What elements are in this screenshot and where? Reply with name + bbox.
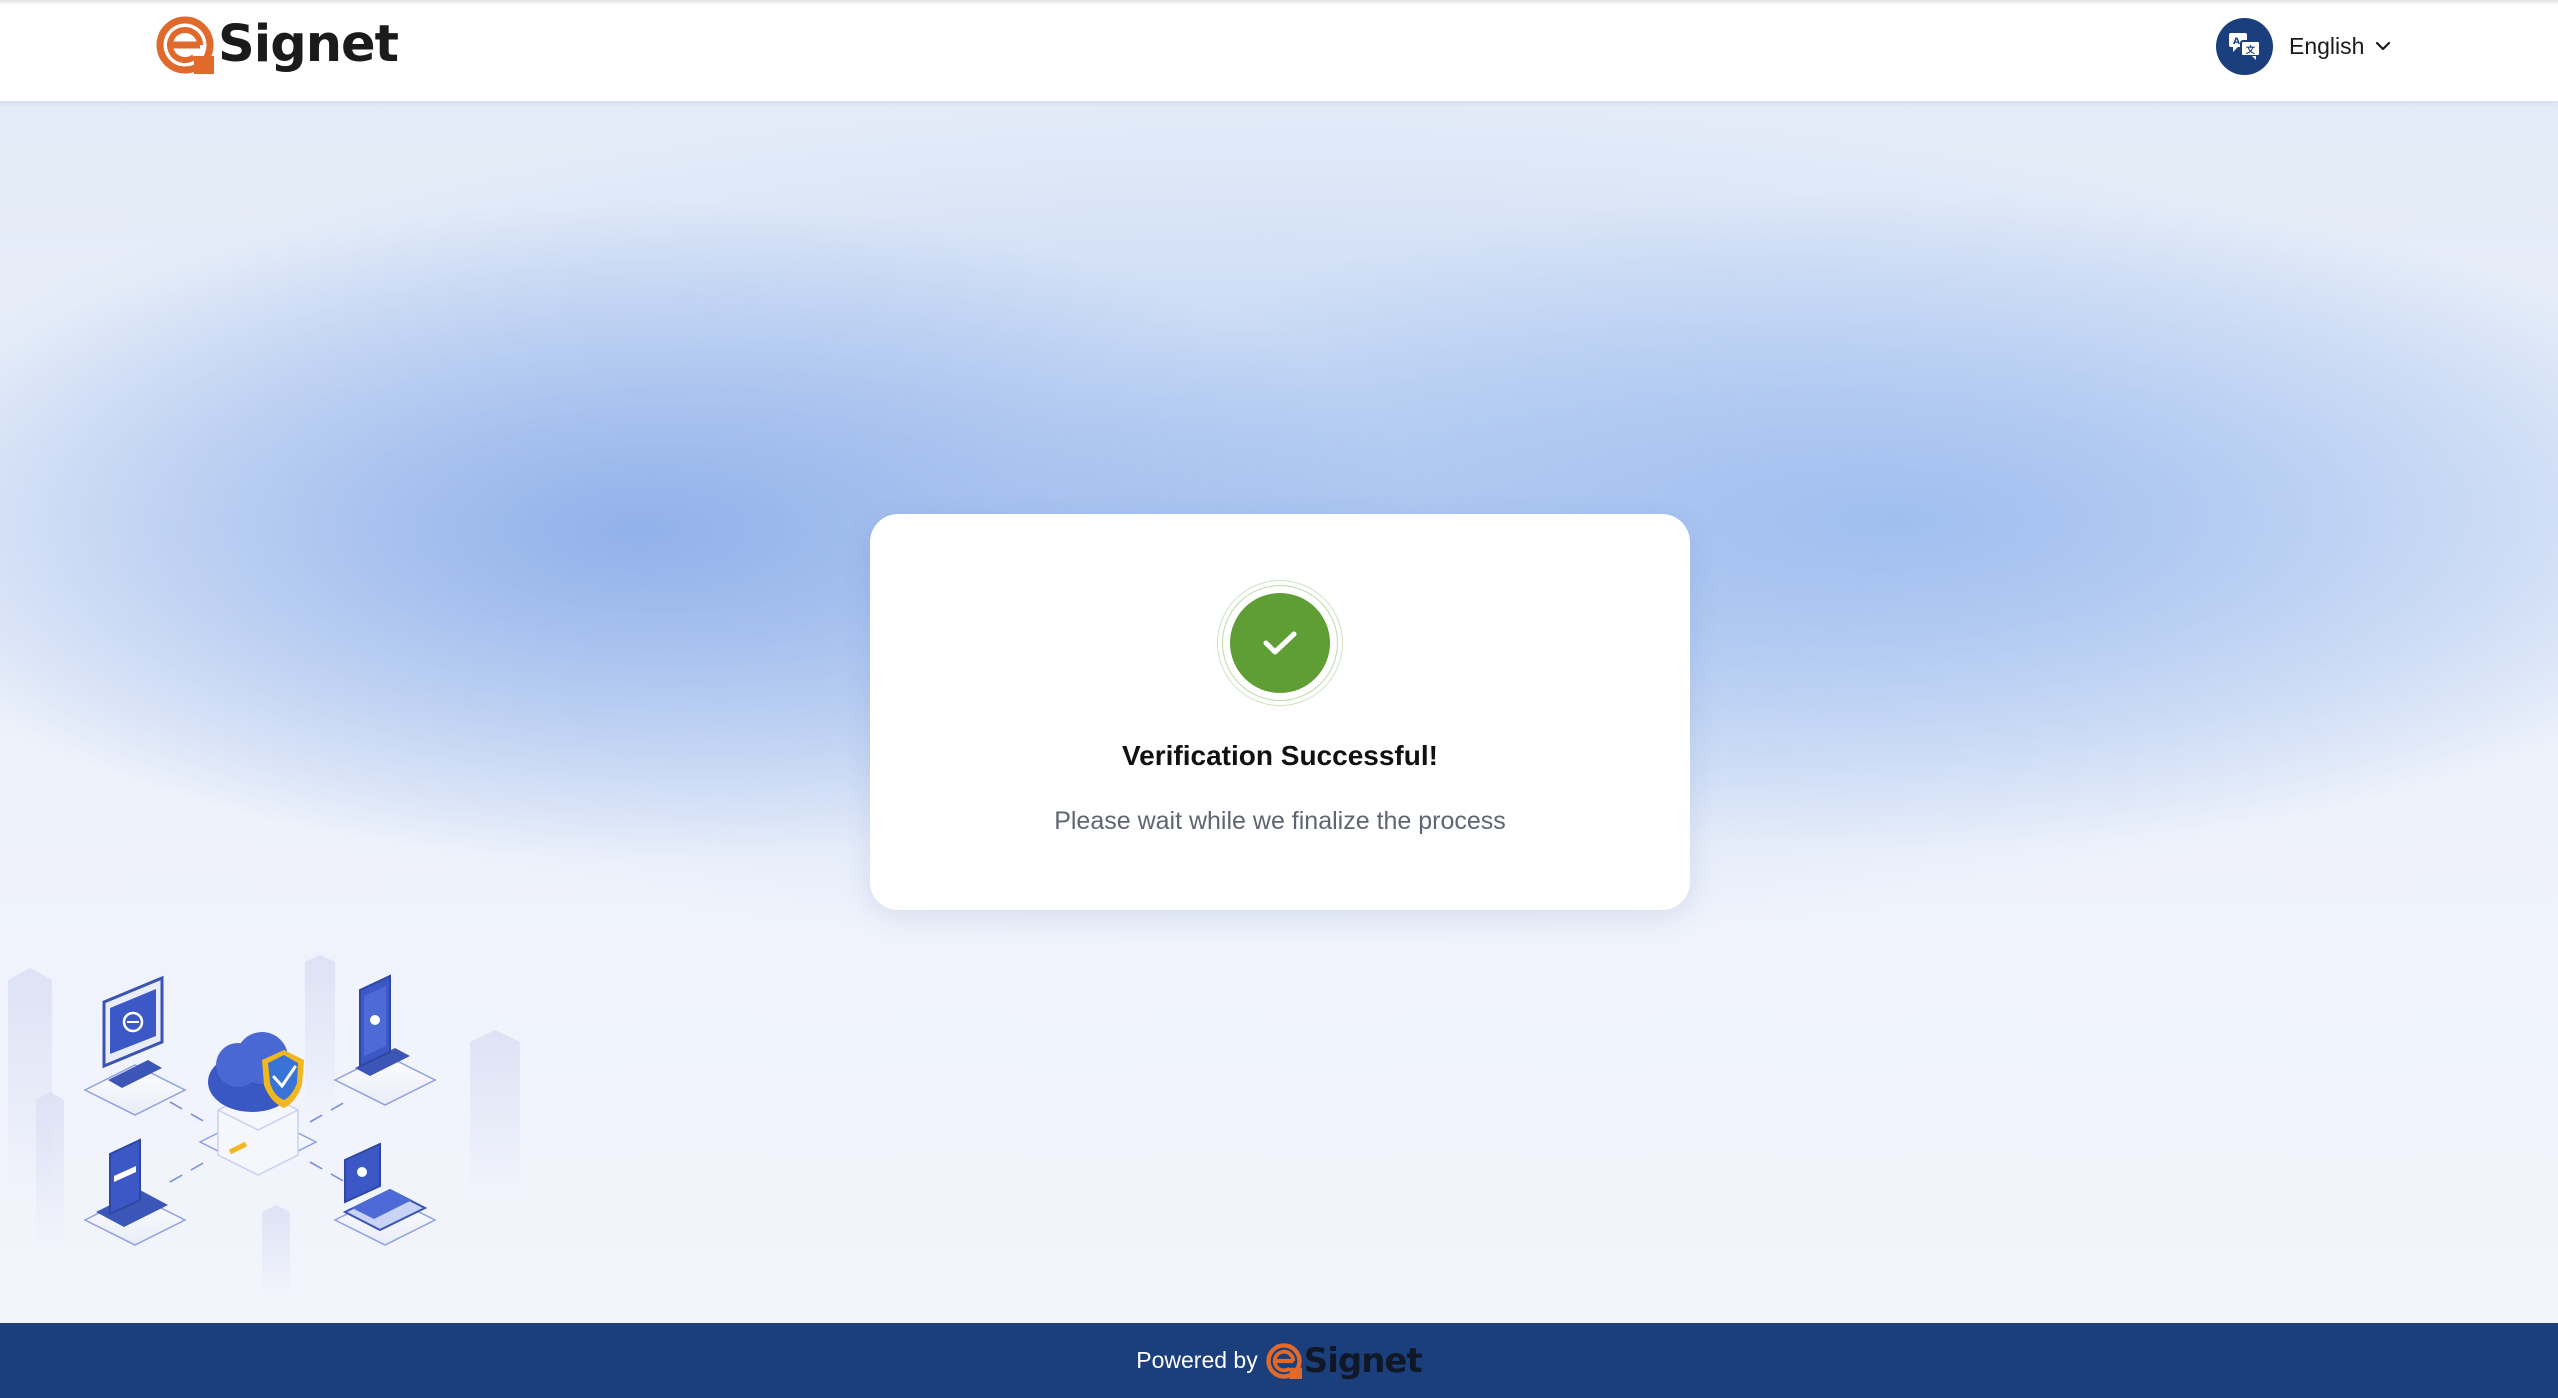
monitor-device-icon	[102, 975, 164, 1088]
cloud-shield-icon	[208, 1032, 304, 1176]
verification-title: Verification Successful!	[1122, 740, 1438, 771]
success-check	[1217, 580, 1343, 706]
phone-device-icon	[355, 974, 410, 1076]
footer-brand-logo[interactable]: Signet	[1266, 1340, 1423, 1381]
brand-logo[interactable]: Signet	[156, 15, 399, 74]
esignet-e-logo-icon	[1266, 1342, 1302, 1379]
footer: Powered by Signet	[0, 1323, 2558, 1398]
verification-subtitle: Please wait while we finalize the proces…	[1054, 807, 1506, 835]
brand-name: Signet	[218, 15, 399, 74]
esignet-e-logo-icon	[156, 16, 214, 74]
powered-by-label: Powered by	[1136, 1347, 1258, 1373]
translate-icon: A 文	[2216, 17, 2273, 75]
check-icon	[1230, 593, 1330, 693]
network-illustration	[8, 955, 520, 1300]
svg-text:文: 文	[2245, 44, 2256, 56]
svg-text:A: A	[2233, 37, 2240, 47]
page: Signet A 文 English Verification Successf…	[0, 0, 2558, 1398]
top-header: Signet A 文 English	[0, 0, 2558, 101]
language-selector[interactable]: A 文 English	[2216, 17, 2392, 75]
header-top-shadow	[0, 0, 2558, 5]
footer-brand-name: Signet	[1303, 1340, 1423, 1381]
verification-card: Verification Successful! Please wait whi…	[870, 514, 1690, 910]
language-label: English	[2289, 32, 2365, 59]
chevron-down-icon	[2376, 41, 2391, 51]
